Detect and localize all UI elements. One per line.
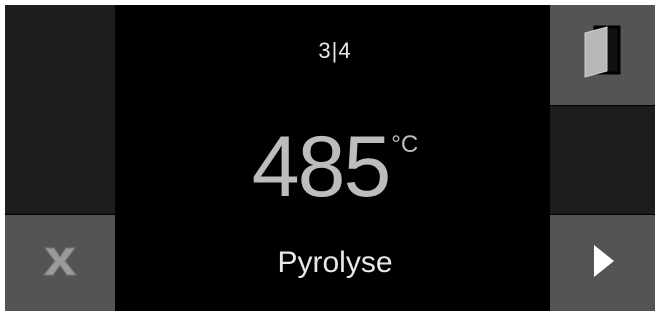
play-arrow-icon bbox=[588, 241, 618, 286]
door-button[interactable] bbox=[550, 5, 655, 105]
program-name[interactable]: Pyrolyse bbox=[120, 246, 550, 280]
x-icon bbox=[40, 241, 80, 286]
temperature-unit: °C bbox=[391, 131, 419, 158]
door-icon bbox=[579, 25, 627, 86]
next-button[interactable] bbox=[550, 215, 655, 311]
right-middle-panel bbox=[550, 106, 655, 214]
step-indicator: 3|4 bbox=[318, 38, 352, 63]
temperature-display[interactable]: 485°C bbox=[120, 117, 550, 217]
temperature-value: 485 bbox=[251, 119, 391, 215]
left-top-panel bbox=[5, 5, 115, 214]
oven-display-screen: 3|4 485°C Pyrolyse bbox=[5, 5, 655, 311]
cancel-button[interactable] bbox=[5, 215, 115, 311]
